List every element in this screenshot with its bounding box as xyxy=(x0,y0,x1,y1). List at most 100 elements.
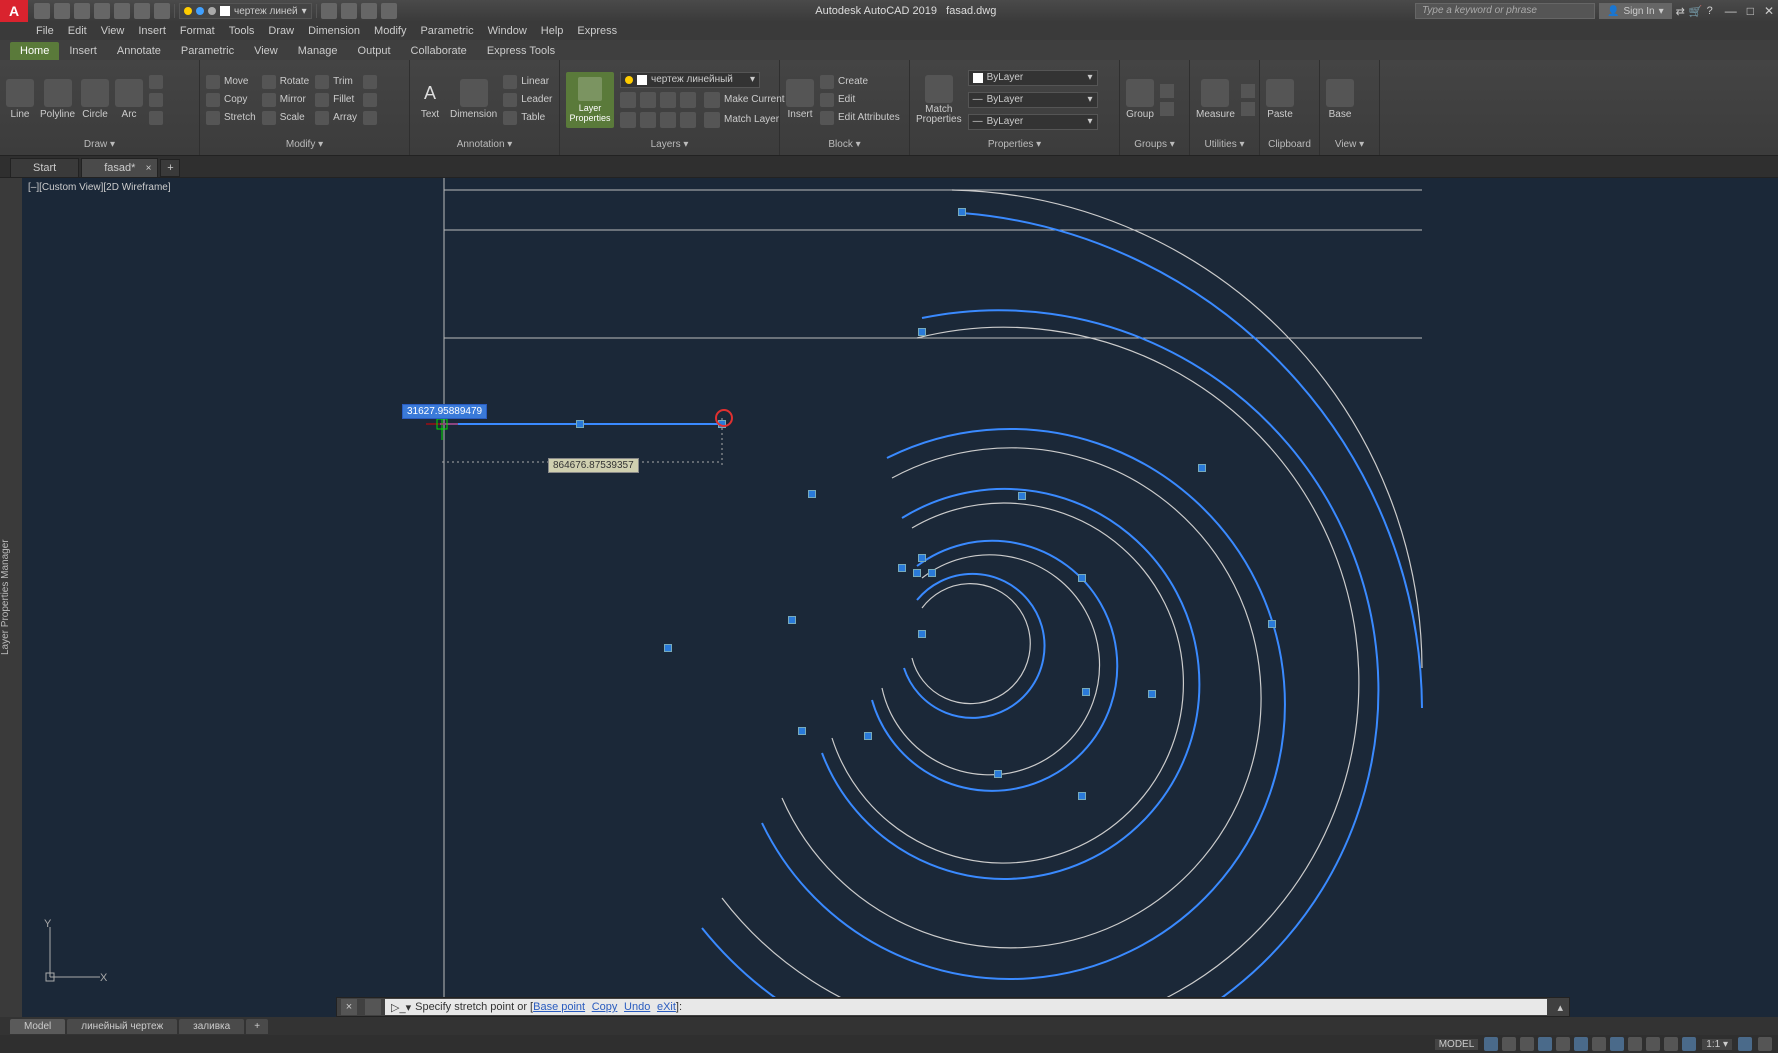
close-button[interactable]: ✕ xyxy=(1764,4,1774,18)
command-line[interactable]: × ▷_▾ Specify stretch point or [ Base po… xyxy=(336,997,1570,1017)
draw-extra[interactable] xyxy=(149,111,163,125)
qat-icon[interactable] xyxy=(321,3,337,19)
otrack-icon[interactable] xyxy=(1610,1037,1624,1051)
layer-tool-icon[interactable] xyxy=(660,112,676,128)
panel-groups[interactable]: Groups ▾ xyxy=(1120,139,1189,155)
grip[interactable] xyxy=(913,569,921,577)
open-icon[interactable] xyxy=(54,3,70,19)
panel-layers[interactable]: Layers ▾ xyxy=(560,139,779,155)
panel-draw[interactable]: Draw ▾ xyxy=(0,139,199,155)
linetype-combo[interactable]: —ByLayer▾ xyxy=(968,114,1098,130)
tab-home[interactable]: Home xyxy=(10,42,59,60)
line-button[interactable]: Line xyxy=(6,79,34,120)
tab-view[interactable]: View xyxy=(244,42,288,60)
linear-button[interactable]: Linear xyxy=(503,75,552,89)
grip[interactable] xyxy=(1078,574,1086,582)
dynamic-input[interactable]: 31627.95889479 xyxy=(402,404,487,419)
array-button[interactable]: Array xyxy=(315,111,357,125)
snap-icon[interactable] xyxy=(1502,1037,1516,1051)
grip[interactable] xyxy=(918,630,926,638)
grip[interactable] xyxy=(928,569,936,577)
menu-draw[interactable]: Draw xyxy=(268,25,294,37)
edit-attributes-button[interactable]: Edit Attributes xyxy=(820,111,900,125)
save-icon[interactable] xyxy=(74,3,90,19)
new-tab-button[interactable]: + xyxy=(160,159,180,177)
grip[interactable] xyxy=(576,420,584,428)
grip[interactable] xyxy=(1198,464,1206,472)
tab-express[interactable]: Express Tools xyxy=(477,42,565,60)
grip[interactable] xyxy=(664,644,672,652)
3dosnap-icon[interactable] xyxy=(1592,1037,1606,1051)
lineweight-combo[interactable]: —ByLayer▾ xyxy=(968,92,1098,108)
qat-icon[interactable] xyxy=(341,3,357,19)
groups-extra[interactable] xyxy=(1160,102,1174,116)
minimize-button[interactable]: — xyxy=(1725,4,1737,18)
utils-extra[interactable] xyxy=(1241,84,1255,98)
panel-block[interactable]: Block ▾ xyxy=(780,139,909,155)
panel-utils[interactable]: Utilities ▾ xyxy=(1190,139,1259,155)
layer-tool-icon[interactable] xyxy=(620,92,636,108)
create-button[interactable]: Create xyxy=(820,75,900,89)
grip[interactable] xyxy=(1078,792,1086,800)
menu-help[interactable]: Help xyxy=(541,25,564,37)
command-input[interactable]: ▷_▾ Specify stretch point or [ Base poin… xyxy=(385,999,1547,1015)
saveas-icon[interactable] xyxy=(94,3,110,19)
menu-window[interactable]: Window xyxy=(488,25,527,37)
leader-button[interactable]: Leader xyxy=(503,93,552,107)
modify-extra[interactable] xyxy=(363,93,377,107)
layer-combo[interactable]: чертеж линейный ▾ xyxy=(620,72,760,88)
dimension-button[interactable]: Dimension xyxy=(450,79,497,120)
groups-extra[interactable] xyxy=(1160,84,1174,98)
grip[interactable] xyxy=(1018,492,1026,500)
grid-icon[interactable] xyxy=(1484,1037,1498,1051)
tab-output[interactable]: Output xyxy=(348,42,401,60)
grip[interactable] xyxy=(898,564,906,572)
menu-tools[interactable]: Tools xyxy=(229,25,255,37)
layer-tool-icon[interactable] xyxy=(620,112,636,128)
add-layout-button[interactable]: + xyxy=(246,1019,268,1034)
lineweight-icon[interactable] xyxy=(1628,1037,1642,1051)
grip[interactable] xyxy=(958,208,966,216)
exchange-icon[interactable]: ⇄ xyxy=(1676,5,1685,18)
tab-fasad[interactable]: fasad*× xyxy=(81,158,158,177)
close-icon[interactable]: × xyxy=(146,163,152,174)
chevron-up-icon[interactable]: ▴ xyxy=(1551,1001,1569,1014)
table-button[interactable]: Table xyxy=(503,111,552,125)
menu-file[interactable]: File xyxy=(36,25,54,37)
menu-parametric[interactable]: Parametric xyxy=(420,25,473,37)
modify-extra[interactable] xyxy=(363,111,377,125)
grip[interactable] xyxy=(788,616,796,624)
layout-tab[interactable]: линейный чертеж xyxy=(67,1019,177,1034)
match-layer-button[interactable]: Match Layer xyxy=(704,112,779,128)
measure-button[interactable]: Measure xyxy=(1196,79,1235,120)
grip[interactable] xyxy=(1268,620,1276,628)
insert-button[interactable]: Insert xyxy=(786,79,814,120)
tab-manage[interactable]: Manage xyxy=(288,42,348,60)
grip[interactable] xyxy=(918,554,926,562)
grip[interactable] xyxy=(994,770,1002,778)
group-button[interactable]: Group xyxy=(1126,79,1154,120)
qat-icon[interactable] xyxy=(361,3,377,19)
search-input[interactable]: Type a keyword or phrase xyxy=(1415,3,1595,19)
scale-button[interactable]: Scale xyxy=(262,111,309,125)
tab-annotate[interactable]: Annotate xyxy=(107,42,171,60)
tab-insert[interactable]: Insert xyxy=(59,42,107,60)
layer-tool-icon[interactable] xyxy=(680,92,696,108)
panel-view[interactable]: View ▾ xyxy=(1320,139,1379,155)
new-icon[interactable] xyxy=(34,3,50,19)
plot-icon[interactable] xyxy=(114,3,130,19)
fillet-button[interactable]: Fillet xyxy=(315,93,357,107)
undo-icon[interactable] xyxy=(134,3,150,19)
polar-icon[interactable] xyxy=(1538,1037,1552,1051)
make-current-button[interactable]: Make Current xyxy=(704,92,785,108)
tab-collaborate[interactable]: Collaborate xyxy=(401,42,477,60)
dyn-input-icon[interactable] xyxy=(1682,1037,1696,1051)
copy-button[interactable]: Copy xyxy=(206,93,256,107)
layer-tool-icon[interactable] xyxy=(640,92,656,108)
layer-props-palette-tab[interactable]: Layer Properties Manager xyxy=(0,178,22,1017)
grip[interactable] xyxy=(798,727,806,735)
panel-modify[interactable]: Modify ▾ xyxy=(200,139,409,155)
stretch-button[interactable]: Stretch xyxy=(206,111,256,125)
signin-button[interactable]: 👤 Sign In ▾ xyxy=(1599,3,1672,19)
menu-format[interactable]: Format xyxy=(180,25,215,37)
